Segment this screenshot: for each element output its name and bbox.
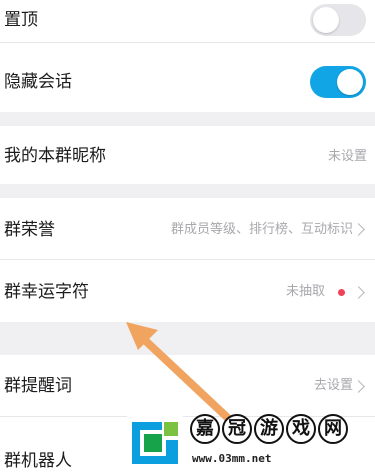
watermark-char: 嘉	[190, 414, 220, 444]
watermark: 嘉冠游戏网 www.03mm.net	[126, 412, 375, 475]
watermark-chars: 嘉冠游戏网	[190, 414, 350, 444]
watermark-char: 游	[254, 414, 284, 444]
watermark-char: 冠	[222, 414, 252, 444]
annotation-arrow	[126, 322, 234, 424]
watermark-char: 网	[318, 414, 348, 444]
watermark-logo	[126, 414, 184, 472]
watermark-url: www.03mm.net	[192, 452, 272, 465]
group-settings-screen: 置顶 隐藏会话 我的本群昵称 未设置 群荣誉 群成员等级、排行榜、互动标识 群幸…	[0, 0, 375, 475]
watermark-char: 戏	[286, 414, 316, 444]
